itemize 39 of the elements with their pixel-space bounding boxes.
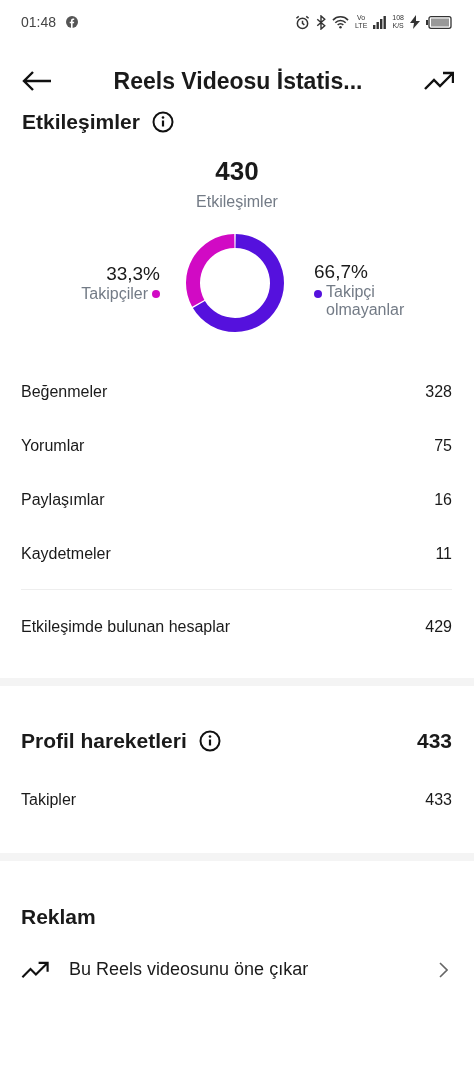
total-value: 430	[215, 156, 259, 187]
wifi-icon	[332, 15, 349, 29]
legend-percent: 66,7%	[314, 261, 368, 283]
battery-icon	[426, 15, 452, 29]
section-title: Profil hareketleri	[21, 729, 187, 753]
legend-label: Takipçi olmayanlar	[326, 283, 406, 319]
page-title: Reels Videosu İstatis...	[113, 67, 363, 95]
info-icon[interactable]	[151, 111, 174, 133]
trending-icon[interactable]	[424, 71, 454, 91]
info-icon[interactable]	[198, 730, 221, 752]
metric-label: Etkileşimde bulunan hesaplar	[21, 618, 230, 636]
trending-icon	[21, 960, 49, 979]
metric-label: Kaydetmeler	[21, 545, 111, 563]
metric-label: Takipler	[21, 791, 77, 809]
metric-value: 429	[425, 618, 452, 636]
section-title: Etkileşimler	[22, 110, 140, 134]
metric-value: 75	[434, 437, 452, 455]
metric-label: Paylaşımlar	[21, 491, 105, 509]
section-title: Reklam	[20, 905, 97, 929]
promote-row[interactable]: Bu Reels videosunu öne çıkar	[0, 959, 474, 980]
metric-value: 16	[434, 491, 452, 509]
legend-percent: 33,3%	[106, 263, 160, 285]
metric-value: 11	[435, 545, 452, 563]
metric-value: 433	[425, 791, 452, 809]
promote-label: Bu Reels videosunu öne çıkar	[69, 959, 310, 980]
metric-value: 328	[425, 383, 452, 401]
total-label: Etkileşimler	[196, 193, 278, 211]
facebook-icon	[66, 16, 79, 28]
bluetooth-icon	[316, 14, 326, 30]
metric-label: Beğenmeler	[21, 383, 108, 401]
signal-icon	[373, 15, 387, 29]
metric-label: Yorumlar	[21, 437, 85, 455]
section-value: 433	[416, 729, 452, 753]
legend-label: Takipçiler	[81, 285, 148, 303]
charging-icon	[410, 15, 420, 29]
status-time: 01:48	[21, 14, 57, 30]
alarm-icon	[295, 14, 310, 30]
chevron-right-icon	[438, 961, 448, 978]
back-arrow-icon[interactable]	[22, 70, 52, 92]
